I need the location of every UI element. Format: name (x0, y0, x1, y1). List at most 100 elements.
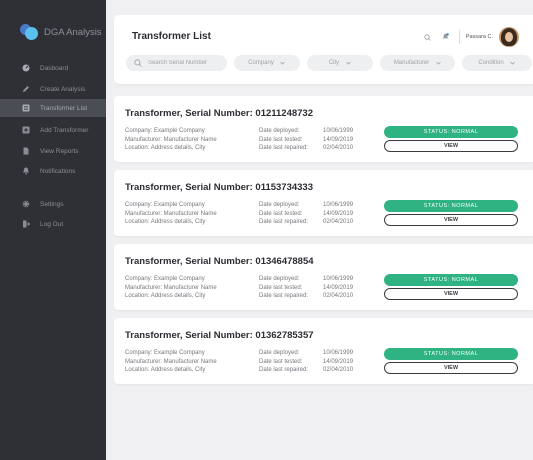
date-repaired-value: 02/04/2010 (323, 367, 354, 373)
app-name: DGA Analysis (44, 26, 102, 38)
date-tested-label: Date last tested: (259, 210, 303, 217)
sidebar: DGA Analysis Dasboard Create Analysis Tr… (0, 0, 106, 460)
sidebar-item-transformer-list[interactable]: Transformer List (0, 99, 106, 117)
chevron-down-icon (280, 60, 286, 66)
date-tested-label: Date last tested: (259, 284, 303, 291)
manufacturer-text: Manufacturer: Manufacturer Name (125, 136, 217, 143)
sidebar-item-label: Add Transformer (40, 126, 89, 134)
chevron-down-icon (510, 60, 516, 66)
avatar[interactable] (499, 27, 519, 47)
date-repaired-label: Date last repaired: (259, 293, 309, 299)
transformer-details: Company: Example Company Manufacturer: M… (125, 127, 217, 153)
transformer-dates: Date deployed: 10/06/1999 Date last teste… (259, 349, 353, 375)
sidebar-item-create-analysis[interactable]: Create Analysis (0, 80, 106, 98)
company-text: Company: Example Company (125, 128, 205, 134)
manufacturer-filter-dropdown[interactable]: Manufacturer (380, 55, 455, 71)
date-repaired-value: 02/04/2010 (323, 145, 354, 151)
date-repaired-label: Date last repaired: (259, 219, 309, 225)
dga-logo-icon (20, 24, 40, 40)
sidebar-item-label: Settings (40, 200, 64, 208)
city-filter-dropdown[interactable]: City (307, 55, 373, 71)
date-tested-label: Date last tested: (259, 136, 303, 143)
date-tested-label: Date last tested: (259, 358, 303, 365)
date-repaired-label: Date last repaired: (259, 367, 309, 373)
filter-label: Manufacturer (393, 60, 430, 66)
filter-label: City (328, 60, 340, 66)
transformer-dates: Date deployed: 10/06/1999 Date last teste… (259, 127, 353, 153)
chevron-down-icon (345, 60, 351, 66)
list-icon (21, 103, 31, 113)
search-box[interactable] (126, 55, 227, 71)
date-repaired-value: 02/04/2010 (323, 293, 354, 299)
transformer-details: Company: Example Company Manufacturer: M… (125, 349, 217, 375)
view-button[interactable]: VIEW (384, 214, 518, 226)
bell-icon (21, 166, 31, 176)
date-deployed-value: 10/06/1999 (323, 276, 354, 282)
search-icon[interactable] (423, 32, 433, 42)
sidebar-item-label: Create Analysis (40, 85, 86, 93)
main-content: Transformer List Passara C. Company C (106, 0, 533, 460)
page-title: Transformer List (132, 31, 211, 42)
date-deployed-value: 10/06/1999 (323, 350, 354, 356)
sidebar-item-notifications[interactable]: Notifications (0, 162, 106, 180)
pencil-icon (21, 84, 31, 94)
date-repaired-value: 02/04/2010 (323, 219, 354, 225)
date-deployed-label: Date deployed: (259, 202, 300, 208)
date-deployed-label: Date deployed: (259, 128, 300, 134)
date-deployed-value: 10/06/1999 (323, 128, 354, 134)
transformer-card: Transformer, Serial Number: 01346478854 … (114, 244, 533, 310)
brand[interactable]: DGA Analysis (20, 24, 102, 40)
notification-bell-icon[interactable] (441, 32, 451, 42)
transformer-details: Company: Example Company Manufacturer: M… (125, 201, 217, 227)
transformer-title: Transformer, Serial Number: 01362785357 (125, 330, 314, 341)
sidebar-item-label: Log Out (40, 220, 64, 228)
transformer-card: Transformer, Serial Number: 01362785357 … (114, 318, 533, 384)
manufacturer-text: Manufacturer: Manufacturer Name (125, 358, 217, 365)
transformer-card: Transformer, Serial Number: 01211248732 … (114, 96, 533, 162)
transformer-dates: Date deployed: 10/06/1999 Date last teste… (259, 275, 353, 301)
gauge-icon (21, 63, 31, 73)
sidebar-item-label: Dasboard (40, 64, 69, 72)
header-actions: Passara C. (423, 27, 519, 47)
transformer-details: Company: Example Company Manufacturer: M… (125, 275, 217, 301)
sidebar-item-settings[interactable]: Settings (0, 195, 106, 213)
view-button[interactable]: VIEW (384, 362, 518, 374)
condition-filter-dropdown[interactable]: Condition (462, 55, 532, 71)
filter-label: Company (248, 60, 274, 66)
search-icon (134, 59, 142, 67)
user-name[interactable]: Passara C. (466, 34, 493, 40)
transformer-title: Transformer, Serial Number: 01153734333 (125, 182, 314, 193)
search-input[interactable] (148, 60, 223, 66)
location-text: Location: Address details, City (125, 145, 206, 151)
status-badge: STATUS: NORMAL (384, 274, 518, 286)
location-text: Location: Address details, City (125, 293, 206, 299)
chevron-down-icon (435, 60, 441, 66)
location-text: Location: Address details, City (125, 367, 206, 373)
sidebar-item-dashboard[interactable]: Dasboard (0, 59, 106, 77)
sidebar-item-view-reports[interactable]: View Reports (0, 142, 106, 160)
document-icon (21, 146, 31, 156)
date-tested-value: 14/09/2019 (323, 136, 354, 143)
company-text: Company: Example Company (125, 276, 205, 282)
transformer-card: Transformer, Serial Number: 01153734333 … (114, 170, 533, 236)
status-badge: STATUS: NORMAL (384, 126, 518, 138)
sidebar-item-label: Transformer List (40, 104, 88, 112)
filter-bar: Company City Manufacturer Condition (126, 55, 533, 71)
sidebar-item-log-out[interactable]: Log Out (0, 215, 106, 233)
company-filter-dropdown[interactable]: Company (234, 55, 300, 71)
view-button[interactable]: VIEW (384, 288, 518, 300)
date-tested-value: 14/09/2019 (323, 210, 354, 217)
manufacturer-text: Manufacturer: Manufacturer Name (125, 284, 217, 291)
plus-icon (21, 125, 31, 135)
logout-icon (21, 219, 31, 229)
sidebar-item-add-transformer[interactable]: Add Transformer (0, 121, 106, 139)
transformer-title: Transformer, Serial Number: 01346478854 (125, 256, 314, 267)
sidebar-item-label: Notifications (40, 167, 76, 175)
company-text: Company: Example Company (125, 350, 205, 356)
status-badge: STATUS: NORMAL (384, 200, 518, 212)
header-divider (458, 30, 460, 44)
location-text: Location: Address details, City (125, 219, 206, 225)
transformer-dates: Date deployed: 10/06/1999 Date last teste… (259, 201, 353, 227)
view-button[interactable]: VIEW (384, 140, 518, 152)
date-deployed-value: 10/06/1999 (323, 202, 354, 208)
